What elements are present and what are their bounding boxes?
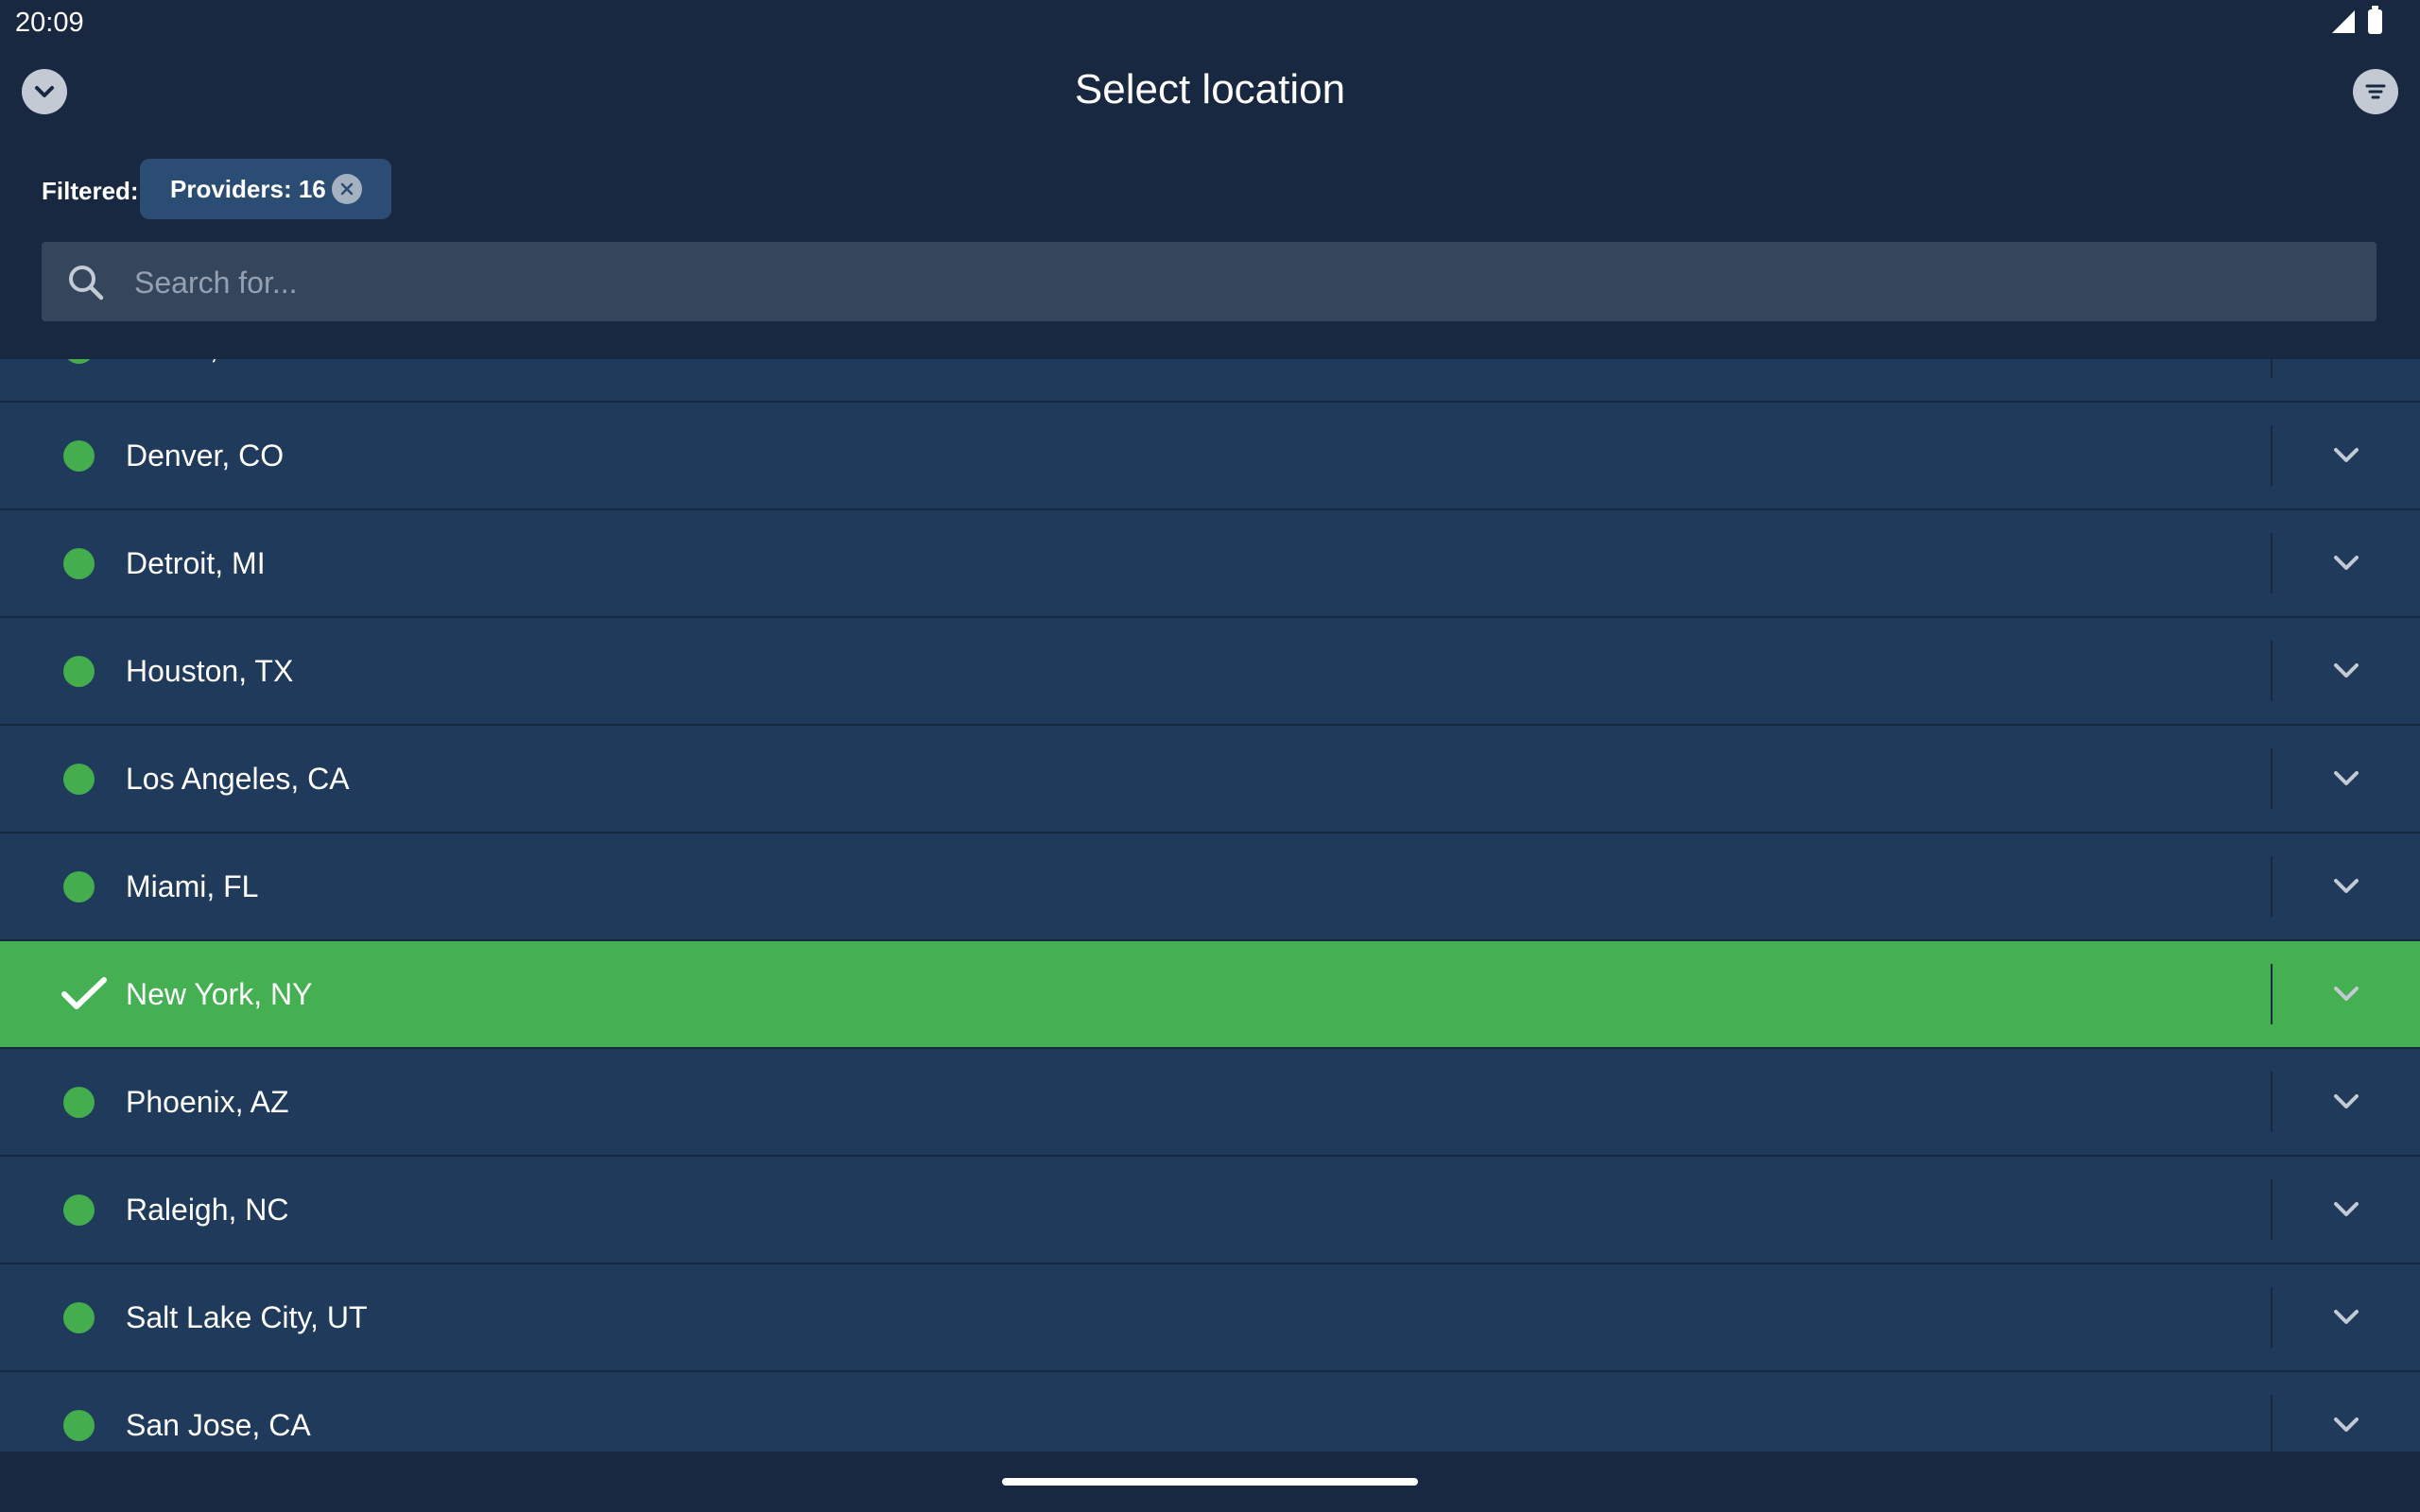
status-dot-icon (63, 871, 95, 902)
filter-button[interactable] (2353, 69, 2398, 114)
location-list[interactable]: Dallas, TX Denver, CO Detroit, MI Houston, … (0, 359, 2420, 1452)
row-divider (2271, 748, 2273, 809)
chip-label: Providers: 16 (170, 174, 326, 203)
provider-filter-chip[interactable]: Providers: 16 (140, 159, 391, 219)
chevron-down-icon[interactable] (2327, 979, 2365, 1009)
location-row[interactable]: Miami, FL (0, 833, 2420, 941)
location-name: Houston, TX (126, 654, 294, 688)
location-name: Salt Lake City, UT (126, 1300, 368, 1334)
status-dot-icon (63, 656, 95, 687)
status-dot-icon (63, 1194, 95, 1226)
status-dot-icon (63, 1087, 95, 1118)
status-icons (2332, 6, 2382, 34)
location-row[interactable]: Houston, TX (0, 618, 2420, 726)
filtered-label: Filtered: (42, 177, 139, 205)
chevron-down-icon[interactable] (2327, 548, 2365, 578)
close-circle-icon[interactable] (332, 174, 362, 204)
status-dot-icon (63, 548, 95, 579)
row-divider (2271, 425, 2273, 486)
row-divider (2271, 641, 2273, 701)
location-name: Raleigh, NC (126, 1193, 289, 1227)
chevron-down-icon[interactable] (2327, 1087, 2365, 1117)
chevron-down-icon[interactable] (2327, 871, 2365, 902)
location-name: Phoenix, AZ (126, 1085, 289, 1119)
location-name: Detroit, MI (126, 546, 266, 580)
row-divider (2271, 964, 2273, 1024)
location-row[interactable]: Salt Lake City, UT (0, 1264, 2420, 1372)
location-row[interactable]: Dallas, TX (0, 359, 2420, 403)
chevron-down-icon[interactable] (2327, 440, 2365, 471)
search-input[interactable] (132, 242, 2348, 323)
signal-icon (2332, 10, 2355, 33)
navigation-bar (0, 1452, 2420, 1512)
location-row[interactable]: San Jose, CA (0, 1372, 2420, 1452)
status-dot-icon (63, 1410, 95, 1441)
status-dot-icon (63, 359, 95, 364)
location-name: New York, NY (126, 977, 313, 1011)
location-row[interactable]: Denver, CO (0, 403, 2420, 510)
row-divider (2271, 359, 2273, 378)
chevron-down-icon[interactable] (2327, 764, 2365, 794)
home-indicator[interactable] (1002, 1478, 1418, 1486)
row-divider (2271, 1179, 2273, 1240)
header: Select location Filtered: Providers: 16 (0, 47, 2420, 359)
location-name: Miami, FL (126, 869, 259, 903)
location-name: Los Angeles, CA (126, 762, 350, 796)
location-list-inner: Dallas, TX Denver, CO Detroit, MI Houston, … (0, 359, 2420, 1452)
row-divider (2271, 1395, 2273, 1452)
battery-icon (2368, 6, 2382, 34)
chevron-down-icon[interactable] (2327, 1302, 2365, 1332)
location-row[interactable]: Detroit, MI (0, 510, 2420, 618)
status-dot-icon (63, 1302, 95, 1333)
status-dot-icon (63, 764, 95, 795)
row-divider (2271, 856, 2273, 917)
search-box[interactable] (42, 242, 2377, 323)
location-name: Denver, CO (126, 438, 285, 472)
row-divider (2271, 1287, 2273, 1348)
search-icon (69, 266, 104, 301)
chevron-down-icon[interactable] (2327, 359, 2365, 363)
status-dot-icon (63, 440, 95, 472)
location-row[interactable]: New York, NY (0, 941, 2420, 1049)
checkmark-icon (61, 977, 107, 1009)
location-name: San Jose, CA (126, 1408, 311, 1442)
filter-icon (2365, 84, 2386, 99)
location-row[interactable]: Raleigh, NC (0, 1157, 2420, 1264)
status-bar: 20:09 (0, 0, 2420, 47)
location-row[interactable]: Phoenix, AZ (0, 1049, 2420, 1157)
location-name: Dallas, TX (126, 359, 265, 401)
location-row[interactable]: Los Angeles, CA (0, 726, 2420, 833)
page-title: Select location (1074, 66, 1346, 112)
row-divider (2271, 1072, 2273, 1132)
status-time: 20:09 (15, 8, 84, 38)
chevron-down-icon[interactable] (2327, 1410, 2365, 1440)
chevron-down-icon[interactable] (2327, 1194, 2365, 1225)
row-divider (2271, 533, 2273, 593)
chevron-down-icon[interactable] (2327, 656, 2365, 686)
